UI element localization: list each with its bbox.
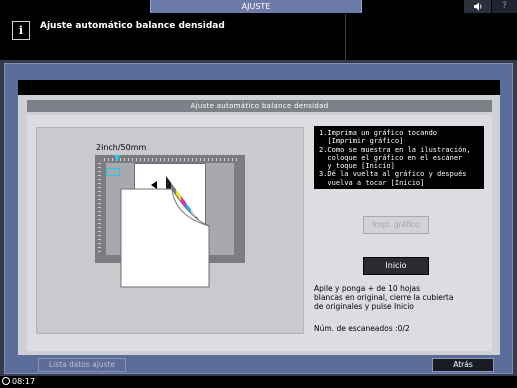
back-button[interactable]: Atrás	[432, 358, 494, 372]
divider	[345, 14, 346, 60]
alignment-marker-icon: ▼	[114, 153, 121, 162]
alignment-bracket-icon	[106, 168, 120, 176]
status-bar	[0, 376, 517, 388]
folded-sheet	[120, 188, 210, 288]
instruction-line: y toque [Inicio]	[319, 162, 395, 171]
instruction-line: 1.Imprima un gráfico tocando	[319, 129, 438, 137]
tab-ajuste[interactable]: AJUSTE	[150, 0, 362, 13]
stack-instruction-line: blancas en original, cierre la cubierta	[314, 293, 454, 302]
clock-time: 08:17	[12, 377, 36, 386]
speaker-icon[interactable]	[464, 0, 491, 13]
clock-icon	[2, 377, 10, 385]
info-icon: i	[12, 21, 30, 40]
ruler-left	[98, 163, 101, 255]
dialog-header-band	[18, 80, 500, 95]
adjustment-data-list-button[interactable]: Lista datos ajuste	[38, 358, 126, 372]
instructions-panel: 1.Imprima un gráfico tocando [Imprimir g…	[314, 126, 484, 189]
ruler-top	[104, 158, 238, 161]
instruction-line: [Imprimir gráfico]	[319, 137, 404, 146]
dialog-title: Ajuste automático balance densidad	[27, 100, 492, 112]
help-button[interactable]: ?	[492, 0, 517, 13]
message-text: Ajuste automático balance densidad	[40, 21, 225, 31]
instruction-line: vuelva a tocar [Inicio]	[319, 178, 425, 187]
size-label: 2inch/50mm	[96, 143, 147, 152]
stack-instruction-line: Apile y ponga + de 10 hojas	[314, 284, 421, 293]
stack-instructions: Apile y ponga + de 10 hojas blancas en o…	[314, 284, 492, 311]
print-chart-button[interactable]: Impr. gráfico	[363, 216, 429, 234]
instruction-line: 3.Dé la vuelta al gráfico y después	[319, 170, 467, 179]
scan-count: Núm. de escaneados :0/2	[314, 324, 410, 333]
stack-instruction-line: de originales y pulse Inicio	[314, 302, 414, 311]
instruction-line: 2.Como se muestra en la ilustración,	[319, 145, 471, 154]
instruction-line: coloque el gráfico en el escáner	[319, 153, 463, 162]
start-button[interactable]: Inicio	[363, 257, 429, 275]
